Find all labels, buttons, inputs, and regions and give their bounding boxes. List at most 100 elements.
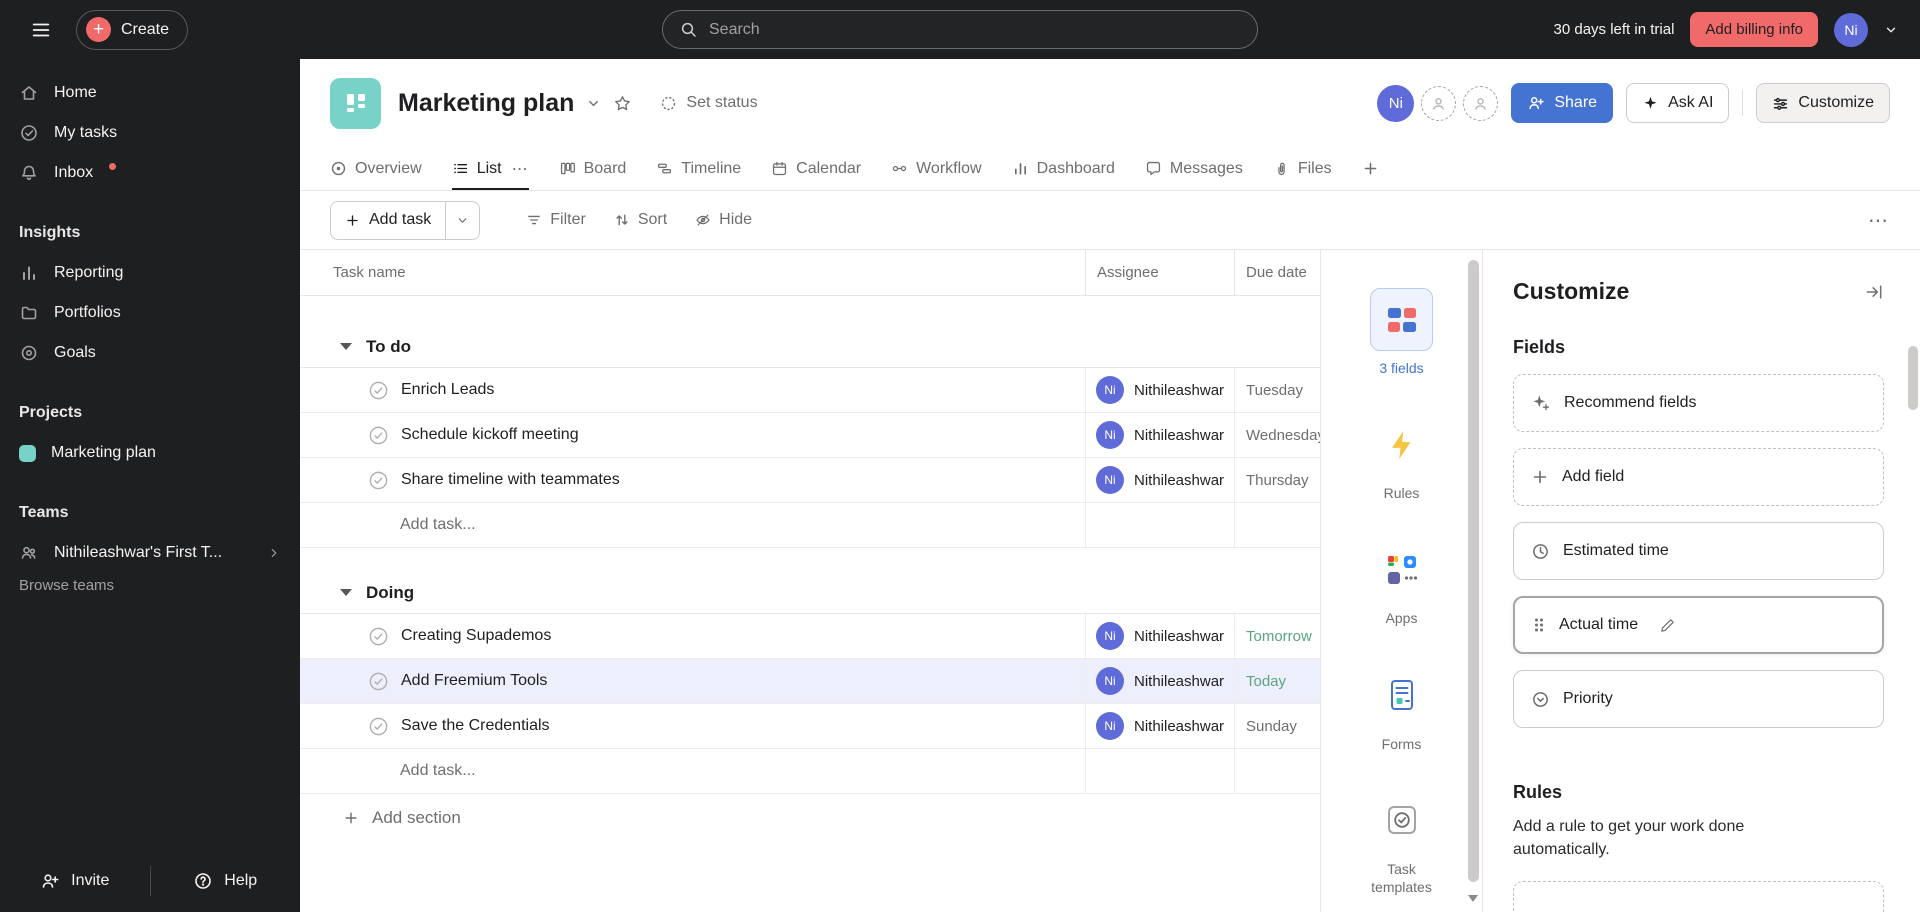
- create-button[interactable]: + Create: [76, 9, 189, 50]
- due-date-cell[interactable]: Wednesday: [1234, 413, 1320, 457]
- field-priority[interactable]: Priority: [1513, 670, 1884, 728]
- customize-button[interactable]: Customize: [1756, 83, 1890, 123]
- placeholder-avatar[interactable]: [1463, 85, 1499, 121]
- sort-button[interactable]: Sort: [614, 211, 667, 229]
- complete-task-icon[interactable]: [368, 671, 389, 692]
- column-header-due-date[interactable]: Due date: [1234, 250, 1320, 295]
- rail-item-fields[interactable]: 3 fields: [1370, 288, 1433, 377]
- ask-ai-button[interactable]: Ask AI: [1626, 83, 1730, 123]
- assignee-cell[interactable]: Ni Nithileashwar: [1085, 458, 1234, 502]
- sidebar-section-insights[interactable]: Insights: [0, 213, 300, 253]
- task-row[interactable]: Save the Credentials Ni Nithileashwar Su…: [300, 704, 1320, 749]
- complete-task-icon[interactable]: [368, 716, 389, 737]
- section-header[interactable]: Doing: [300, 572, 1320, 614]
- due-date-cell[interactable]: Sunday: [1234, 704, 1320, 748]
- field-actual-time[interactable]: Actual time: [1513, 596, 1884, 654]
- section-collapse-icon[interactable]: [340, 589, 352, 596]
- complete-task-icon[interactable]: [368, 626, 389, 647]
- due-date-cell[interactable]: Today: [1234, 659, 1320, 703]
- task-row[interactable]: Enrich Leads Ni Nithileashwar Tuesday: [300, 368, 1320, 413]
- sidebar-item-inbox[interactable]: Inbox: [0, 153, 300, 193]
- invite-button[interactable]: Invite: [0, 871, 150, 891]
- add-task-row[interactable]: Add task...: [300, 503, 1320, 548]
- sidebar-item-my-tasks[interactable]: My tasks: [0, 113, 300, 153]
- tab-overview[interactable]: Overview: [330, 147, 422, 190]
- task-row[interactable]: Schedule kickoff meeting Ni Nithileashwa…: [300, 413, 1320, 458]
- field-estimated-time[interactable]: Estimated time: [1513, 522, 1884, 580]
- add-section-button[interactable]: Add section: [300, 808, 1320, 828]
- add-task-row[interactable]: Add task...: [300, 749, 1320, 794]
- task-row-selected[interactable]: Add Freemium Tools Ni Nithileashwar Toda…: [300, 659, 1320, 704]
- column-header-task-name[interactable]: Task name: [300, 250, 1085, 295]
- rail-item-apps[interactable]: Apps: [1370, 538, 1433, 627]
- due-date-cell[interactable]: Tuesday: [1234, 368, 1320, 412]
- rail-item-forms[interactable]: Forms: [1370, 664, 1433, 753]
- hide-button[interactable]: Hide: [695, 211, 752, 229]
- tab-calendar[interactable]: Calendar: [771, 147, 861, 190]
- star-icon[interactable]: [613, 94, 632, 113]
- add-task-button[interactable]: Add task: [330, 200, 481, 240]
- tab-board[interactable]: Board: [559, 147, 626, 190]
- assignee-cell[interactable]: Ni Nithileashwar: [1085, 614, 1234, 658]
- due-date-cell[interactable]: Tomorrow: [1234, 614, 1320, 658]
- tab-options-icon[interactable]: ⋯: [512, 159, 529, 179]
- section-collapse-icon[interactable]: [340, 343, 352, 350]
- task-row[interactable]: Creating Supademos Ni Nithileashwar Tomo…: [300, 614, 1320, 659]
- sidebar-section-teams[interactable]: Teams: [0, 493, 300, 533]
- section-header[interactable]: To do: [300, 326, 1320, 368]
- tab-workflow[interactable]: Workflow: [891, 147, 982, 190]
- drag-handle-icon[interactable]: [1532, 616, 1546, 634]
- add-tab-icon[interactable]: [1362, 160, 1379, 177]
- add-field-button[interactable]: Add field: [1513, 448, 1884, 506]
- member-avatar[interactable]: Ni: [1377, 84, 1415, 122]
- search-input[interactable]: [709, 20, 1240, 39]
- sidebar-item-reporting[interactable]: Reporting: [0, 253, 300, 293]
- add-rule-button-clipped[interactable]: [1513, 881, 1884, 912]
- recommend-fields-button[interactable]: Recommend fields: [1513, 374, 1884, 432]
- rail-item-task-templates[interactable]: Task templates: [1359, 789, 1445, 896]
- add-task-dropdown[interactable]: [445, 201, 479, 239]
- rail-scrollbar[interactable]: [1468, 260, 1479, 882]
- complete-task-icon[interactable]: [368, 470, 389, 491]
- assignee-cell[interactable]: Ni Nithileashwar: [1085, 659, 1234, 703]
- panel-scrollbar[interactable]: [1908, 346, 1918, 410]
- sidebar-item-goals[interactable]: Goals: [0, 333, 300, 373]
- sidebar-item-marketing-plan[interactable]: Marketing plan: [0, 433, 300, 473]
- user-avatar[interactable]: Ni: [1834, 12, 1868, 47]
- project-icon[interactable]: [330, 77, 381, 129]
- tab-files[interactable]: Files: [1273, 147, 1332, 190]
- chevron-down-icon[interactable]: [586, 96, 601, 111]
- browse-teams-link[interactable]: Browse teams: [0, 573, 300, 594]
- global-search[interactable]: [662, 10, 1258, 49]
- tab-dashboard[interactable]: Dashboard: [1012, 147, 1115, 190]
- assignee-cell[interactable]: Ni Nithileashwar: [1085, 704, 1234, 748]
- assignee-cell[interactable]: Ni Nithileashwar: [1085, 368, 1234, 412]
- sidebar-item-home[interactable]: Home: [0, 73, 300, 113]
- tab-list[interactable]: List ⋯: [452, 147, 529, 190]
- share-button[interactable]: Share: [1511, 83, 1614, 123]
- task-row[interactable]: Share timeline with teammates Ni Nithile…: [300, 458, 1320, 503]
- chevron-right-icon[interactable]: [267, 546, 281, 560]
- tab-timeline[interactable]: Timeline: [656, 147, 741, 190]
- rail-item-rules[interactable]: Rules: [1370, 413, 1433, 502]
- add-billing-info-button[interactable]: Add billing info: [1690, 12, 1818, 47]
- sidebar-item-portfolios[interactable]: Portfolios: [0, 293, 300, 333]
- filter-button[interactable]: Filter: [526, 211, 586, 229]
- due-date-cell[interactable]: Thursday: [1234, 458, 1320, 502]
- placeholder-avatar[interactable]: [1421, 85, 1457, 121]
- sidebar-item-team[interactable]: Nithileashwar's First T...: [0, 533, 300, 573]
- help-button[interactable]: Help: [151, 871, 301, 891]
- collapse-panel-icon[interactable]: [1864, 282, 1884, 302]
- hamburger-menu-button[interactable]: [22, 11, 60, 49]
- more-options-icon[interactable]: ⋯: [1868, 208, 1890, 233]
- set-status-button[interactable]: Set status: [660, 94, 758, 112]
- complete-task-icon[interactable]: [368, 425, 389, 446]
- scroll-down-arrow-icon[interactable]: [1468, 895, 1478, 902]
- column-header-assignee[interactable]: Assignee: [1085, 250, 1234, 295]
- assignee-cell[interactable]: Ni Nithileashwar: [1085, 413, 1234, 457]
- edit-pencil-icon[interactable]: [1659, 617, 1676, 634]
- tab-messages[interactable]: Messages: [1145, 147, 1243, 190]
- sidebar-section-projects[interactable]: Projects: [0, 393, 300, 433]
- chevron-down-icon[interactable]: [1884, 23, 1898, 37]
- complete-task-icon[interactable]: [368, 380, 389, 401]
